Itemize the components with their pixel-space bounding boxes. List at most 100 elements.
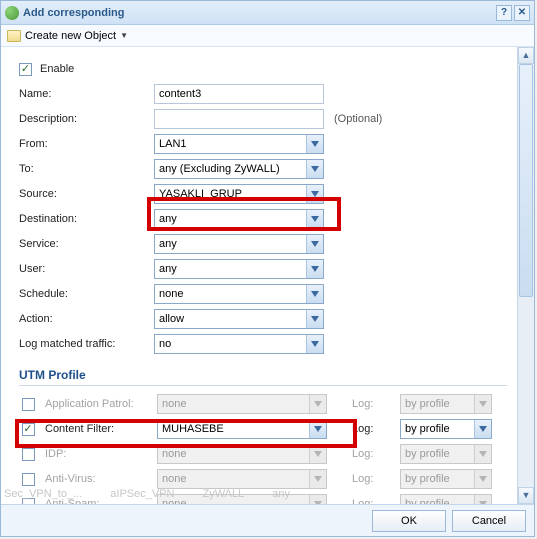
utm-log-label: Log:	[352, 398, 400, 410]
description-label: Description:	[19, 113, 154, 125]
chevron-down-icon	[306, 210, 323, 228]
utm-profile-select[interactable]: none	[157, 444, 327, 464]
enable-checkbox[interactable]: ✓	[19, 63, 32, 76]
utm-log-label: Log:	[352, 423, 400, 435]
chevron-down-icon[interactable]: ▼	[120, 31, 128, 40]
utm-row: Anti-Spam:none Log:by profile	[19, 492, 507, 504]
utm-profile-select[interactable]: MUHASEBE	[157, 419, 327, 439]
utm-checkbox[interactable]	[22, 498, 35, 505]
ok-button[interactable]: OK	[372, 510, 446, 532]
cancel-button[interactable]: Cancel	[452, 510, 526, 532]
enable-label: Enable	[40, 63, 74, 75]
chevron-down-icon	[306, 335, 323, 353]
scroll-down-icon[interactable]: ▼	[518, 487, 534, 504]
dialog-add-corresponding: Add corresponding ? ✕ Create new Object …	[0, 0, 535, 537]
description-input[interactable]	[154, 109, 324, 129]
name-label: Name:	[19, 88, 154, 100]
user-label: User:	[19, 263, 154, 275]
chevron-down-icon	[474, 495, 491, 504]
user-select[interactable]: any	[154, 259, 324, 279]
dialog-buttons: OK Cancel	[1, 504, 534, 536]
utm-label: Content Filter:	[45, 423, 157, 435]
source-select[interactable]: YASAKLI_GRUP	[154, 184, 324, 204]
utm-rows: Application Patrol:noneLog:by profile✓Co…	[19, 392, 507, 504]
toolbar: Create new Object ▼	[1, 25, 534, 47]
create-new-object-menu[interactable]: Create new Object	[25, 30, 116, 42]
utm-section-title: UTM Profile	[19, 362, 507, 386]
scroll-track[interactable]	[518, 64, 534, 487]
utm-row: IDP:none Log:by profile	[19, 442, 507, 466]
destination-select[interactable]: any	[154, 209, 324, 229]
utm-label: IDP:	[45, 448, 157, 460]
utm-log-label: Log:	[352, 498, 400, 504]
utm-profile-select[interactable]: none	[157, 394, 327, 414]
body-area: ✓ Enable Name: Description: (Optional) F…	[1, 47, 534, 504]
source-label: Source:	[19, 188, 154, 200]
scroll-thumb[interactable]	[519, 64, 533, 297]
utm-log-select[interactable]: by profile	[400, 419, 492, 439]
utm-log-label: Log:	[352, 473, 400, 485]
service-label: Service:	[19, 238, 154, 250]
chevron-down-icon	[474, 420, 491, 438]
log-matched-label: Log matched traffic:	[19, 338, 154, 350]
name-input[interactable]	[154, 84, 324, 104]
utm-profile-select[interactable]: none	[157, 469, 327, 489]
row-destination: Destination: any	[19, 207, 507, 231]
row-source: Source: YASAKLI_GRUP	[19, 182, 507, 206]
utm-log-label: Log:	[352, 448, 400, 460]
chevron-down-icon	[474, 470, 491, 488]
to-label: To:	[19, 163, 154, 175]
service-select[interactable]: any	[154, 234, 324, 254]
chevron-down-icon	[306, 285, 323, 303]
chevron-down-icon	[309, 420, 326, 438]
row-name: Name:	[19, 82, 507, 106]
vertical-scrollbar[interactable]: ▲ ▼	[517, 47, 534, 504]
utm-log-select[interactable]: by profile	[400, 394, 492, 414]
destination-label: Destination:	[19, 213, 154, 225]
utm-log-select[interactable]: by profile	[400, 469, 492, 489]
utm-row: Application Patrol:none Log:by profile	[19, 392, 507, 416]
from-label: From:	[19, 138, 154, 150]
utm-checkbox[interactable]: ✓	[22, 423, 35, 436]
utm-checkbox[interactable]	[22, 398, 35, 411]
schedule-label: Schedule:	[19, 288, 154, 300]
action-select[interactable]: allow	[154, 309, 324, 329]
dialog-title: Add corresponding	[23, 7, 494, 19]
scroll-up-icon[interactable]: ▲	[518, 47, 534, 64]
from-select[interactable]: LAN1	[154, 134, 324, 154]
log-matched-select[interactable]: no	[154, 334, 324, 354]
add-icon	[5, 6, 19, 20]
utm-checkbox[interactable]	[22, 448, 35, 461]
object-icon	[7, 30, 21, 42]
row-log-matched: Log matched traffic: no	[19, 332, 507, 356]
utm-log-select[interactable]: by profile	[400, 444, 492, 464]
utm-profile-select[interactable]: none	[157, 494, 327, 504]
chevron-down-icon	[474, 395, 491, 413]
close-button[interactable]: ✕	[514, 5, 530, 21]
row-action: Action: allow	[19, 307, 507, 331]
chevron-down-icon	[474, 445, 491, 463]
chevron-down-icon	[306, 185, 323, 203]
row-schedule: Schedule: none	[19, 282, 507, 306]
titlebar: Add corresponding ? ✕	[1, 1, 534, 25]
utm-checkbox[interactable]	[22, 473, 35, 486]
row-enable: ✓ Enable	[19, 57, 507, 81]
utm-label: Anti-Virus:	[45, 473, 157, 485]
help-button[interactable]: ?	[496, 5, 512, 21]
to-select[interactable]: any (Excluding ZyWALL)	[154, 159, 324, 179]
chevron-down-icon	[309, 470, 326, 488]
row-to: To: any (Excluding ZyWALL)	[19, 157, 507, 181]
row-description: Description: (Optional)	[19, 107, 507, 131]
utm-label: Application Patrol:	[45, 398, 157, 410]
action-label: Action:	[19, 313, 154, 325]
row-service: Service: any	[19, 232, 507, 256]
chevron-down-icon	[309, 495, 326, 504]
form-area: ✓ Enable Name: Description: (Optional) F…	[1, 47, 517, 504]
utm-log-select[interactable]: by profile	[400, 494, 492, 504]
row-user: User: any	[19, 257, 507, 281]
chevron-down-icon	[309, 395, 326, 413]
utm-label: Anti-Spam:	[45, 498, 157, 504]
chevron-down-icon	[306, 160, 323, 178]
schedule-select[interactable]: none	[154, 284, 324, 304]
row-from: From: LAN1	[19, 132, 507, 156]
